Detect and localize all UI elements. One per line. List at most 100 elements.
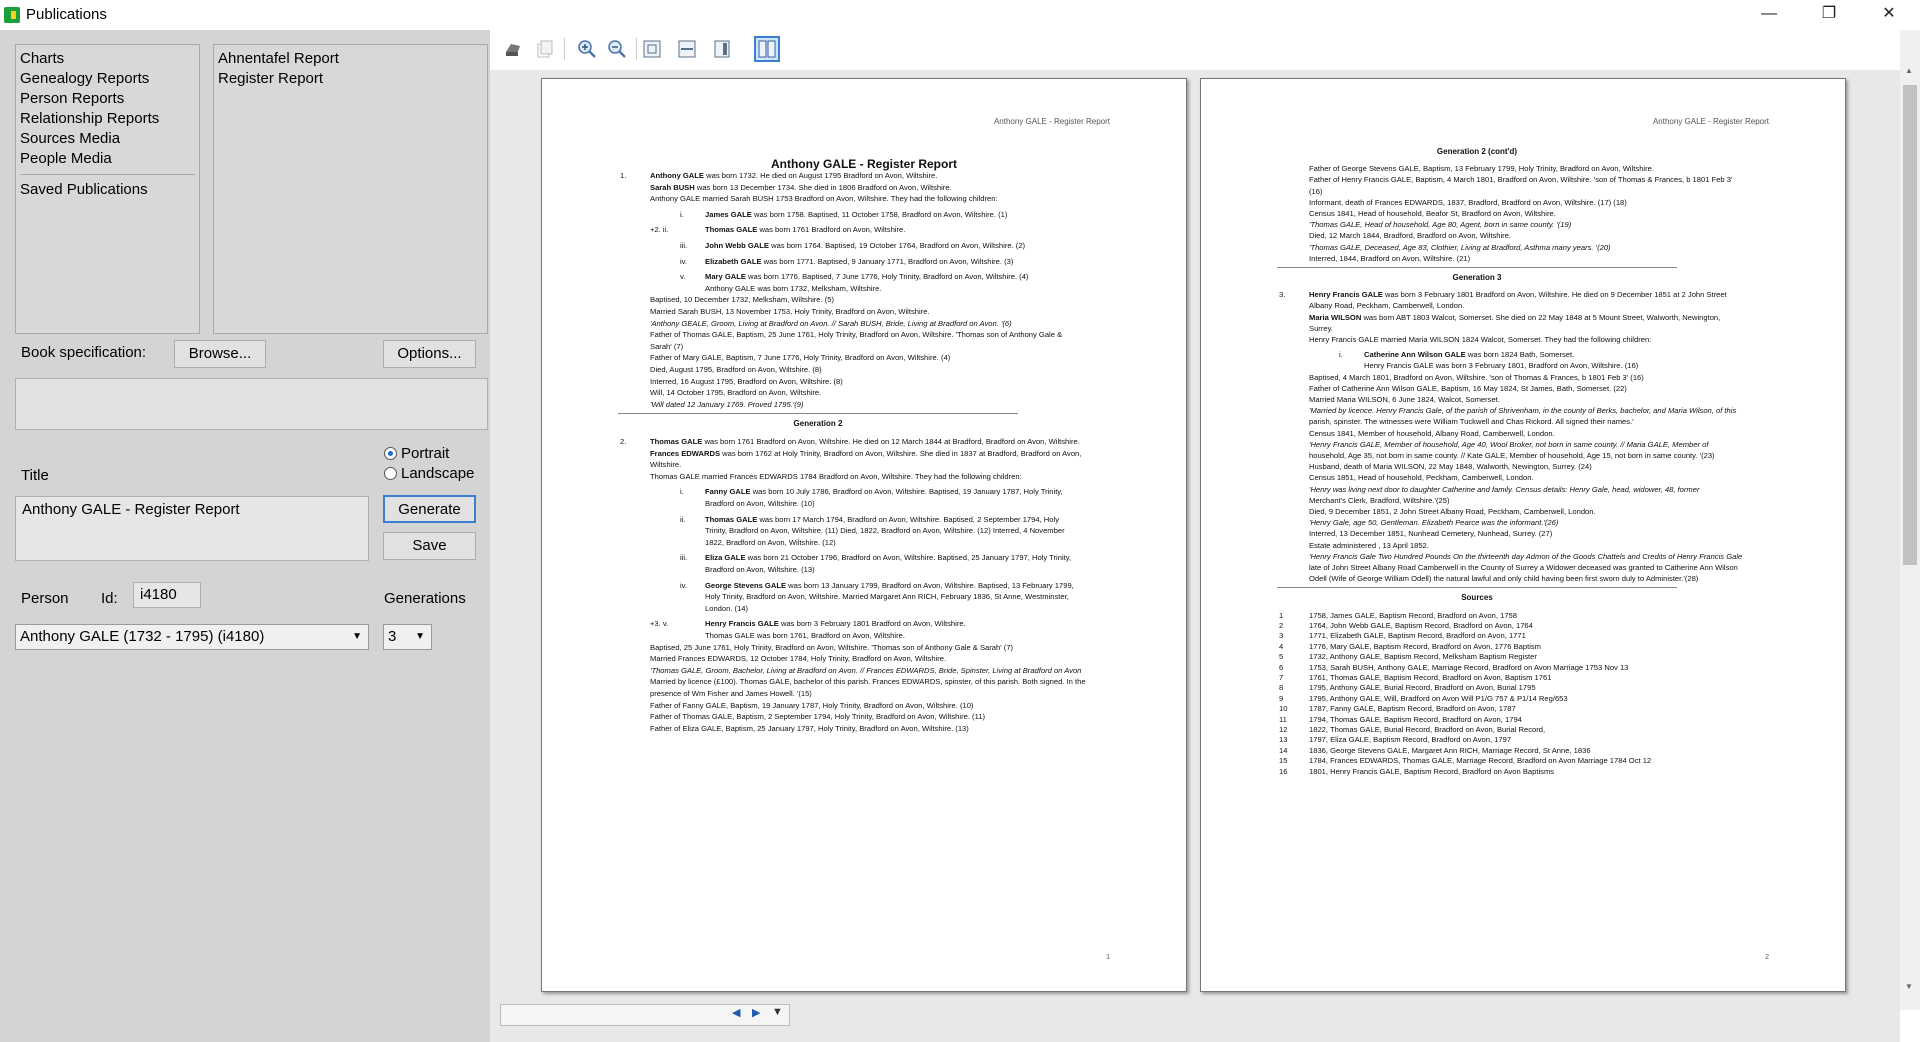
report-line: Mary GALE was born 1776. Baptised, 7 Jun… [705,272,1029,282]
window-title: Publications [26,6,107,23]
fit-width-icon[interactable] [674,36,700,62]
report-line: (16) [1309,186,1323,196]
report-line: Thomas GALE was born 1761 Bradford on Av… [705,225,906,235]
report-item[interactable]: Ahnentafel Report [214,49,487,69]
two-page-icon[interactable] [754,36,780,62]
title-input[interactable]: Anthony GALE - Register Report [15,496,369,561]
section-heading: Generation 2 [793,419,843,429]
options-button[interactable]: Options... [383,340,476,368]
vertical-scrollbar[interactable]: ▲ ▼ [1900,30,1920,1010]
radio-checked-icon [384,447,397,460]
saved-publications-item[interactable]: Saved Publications [16,180,199,200]
category-item[interactable]: Charts [16,49,199,69]
category-item[interactable]: Person Reports [16,89,199,109]
page-number: 2 [1765,954,1769,961]
portrait-radio[interactable]: Portrait [384,445,449,463]
source-number: 11 [1279,714,1287,724]
report-item[interactable]: Register Report [214,69,487,89]
zoom-out-icon[interactable] [604,36,630,62]
save-button[interactable]: Save [383,532,476,560]
person-id-field[interactable]: i4180 [133,582,201,608]
maximize-button[interactable]: ❐ [1806,0,1852,30]
category-item[interactable]: Sources Media [16,129,199,149]
report-line: Henry Francis GALE was born 3 February 1… [705,619,966,629]
portrait-label: Portrait [401,445,450,462]
report-line: Married Frances EDWARDS, 12 October 1784… [650,654,947,664]
source-entry: 1764, John Webb GALE, Baptism Record, Br… [1309,621,1533,630]
person-select[interactable]: Anthony GALE (1732 - 1795) (i4180) ▼ [15,624,369,650]
prev-page-button[interactable]: ◀ [732,1006,740,1019]
report-line: Eliza GALE was born 21 October 1796, Bra… [705,553,1072,563]
source-entry: 1801, Henry Francis GALE, Baptism Record… [1309,766,1555,776]
report-line: Father of Catherine Ann Wilson GALE, Bap… [1309,383,1627,393]
list-divider [20,174,195,175]
category-item[interactable]: Relationship Reports [16,109,199,129]
report-line: Baptised, 10 December 1732, Melksham, Wi… [650,295,835,305]
category-item[interactable]: Genealogy Reports [16,69,199,89]
report-line: Interred, 16 August 1795, Bradford on Av… [650,376,843,386]
landscape-radio[interactable]: Landscape [384,465,474,483]
next-page-button[interactable]: ▶ [752,1006,760,1019]
report-line: Interred, 1844, Bradford on Avon, Wiltsh… [1309,253,1471,263]
report-line: 'Married by licence. Henry Francis Gale,… [1309,406,1737,416]
entry-number: 2. [620,437,627,446]
document-viewer: Anthony GALE - Register Report Anthony G… [490,30,1900,1042]
report-line: Bradford on Avon, Wiltshire. (13) [705,565,815,574]
person-label: Person [21,590,69,607]
print-icon[interactable] [500,36,526,62]
minimize-button[interactable]: — [1746,0,1792,30]
report-line: Died, 12 March 1844, Bradford, Bradford … [1309,231,1512,241]
source-number: 15 [1279,756,1288,766]
nav-menu-button[interactable]: ▼ [772,1006,783,1018]
report-line: Anthony GALE was born 1732. He died on A… [650,171,938,180]
section-heading: Sources [1461,593,1493,603]
chevron-down-icon: ▼ [415,631,425,642]
report-list[interactable]: Ahnentafel Report Register Report [213,44,488,334]
entry-number: v. [680,272,686,282]
fit-page-icon[interactable] [639,36,665,62]
report-line: Holy Trinity, Bradford on Avon, Wiltshir… [705,592,1069,602]
landscape-label: Landscape [401,465,475,482]
section-divider [1277,267,1677,268]
scroll-down-icon[interactable]: ▼ [1905,982,1913,991]
close-button[interactable]: ✕ [1866,0,1912,30]
book-spec-label: Book specification: [21,344,147,361]
source-entry: 1732, Anthony GALE, Baptism Record, Melk… [1309,652,1537,662]
person-select-value: Anthony GALE (1732 - 1795) (i4180) [20,628,265,645]
scrollbar-thumb[interactable] [1903,85,1917,565]
source-entry: 1771, Elizabeth GALE, Baptism Record, Br… [1309,631,1526,641]
report-line: Anthony GALE was born 1732, Melksham, Wi… [705,283,882,293]
single-page-icon[interactable] [709,36,735,62]
report-line: Elizabeth GALE was born 1771. Baptised, … [705,256,1014,266]
report-line: Estate administered , 13 April 1852. [1309,540,1429,550]
browse-button[interactable]: Browse... [174,340,266,368]
source-entry: 1784, Frances EDWARDS, Thomas GALE, Marr… [1309,756,1652,766]
generate-button[interactable]: Generate [383,495,476,523]
generations-select[interactable]: 3 ▼ [383,624,432,650]
report-line: James GALE was born 1758. Baptised, 11 O… [705,209,1008,219]
copy-icon[interactable] [532,36,558,62]
report-line: 1822, Bradford on Avon, Wiltshire. (12) [705,537,836,547]
zoom-in-icon[interactable] [574,36,600,62]
report-line: Surrey. [1309,323,1333,333]
page-navigation-field[interactable] [500,1004,790,1026]
id-label: Id: [101,590,118,607]
title-bar: Publications — ❐ ✕ [0,0,1920,30]
category-item[interactable]: People Media [16,149,199,169]
source-number: 9 [1279,693,1284,703]
report-line: Census 1851, Head of household, Peckham,… [1309,473,1534,483]
source-entry: 1794, Thomas GALE, Baptism Record, Bradf… [1309,714,1522,724]
source-number: 14 [1279,745,1288,755]
source-number: 5 [1279,652,1284,662]
report-line: presence of Wm Fisher and James Howell. … [650,689,812,698]
report-page-2: Anthony GALE - Register Report Generatio… [1200,78,1846,992]
report-line: Father of George Stevens GALE, Baptism, … [1309,164,1654,174]
report-line: Died, 9 December 1851, 2 John Street Alb… [1309,507,1596,516]
report-page-1: Anthony GALE - Register Report Anthony G… [541,78,1187,992]
report-line: Trinity, Bradford on Avon, Wiltshire. (1… [705,526,1065,536]
category-list[interactable]: Charts Genealogy Reports Person Reports Rel… [15,44,200,334]
book-spec-field[interactable] [15,378,488,430]
scroll-up-icon[interactable]: ▲ [1905,66,1913,75]
report-line: John Webb GALE was born 1764. Baptised, … [705,241,1026,250]
entry-number: i. [680,209,684,219]
